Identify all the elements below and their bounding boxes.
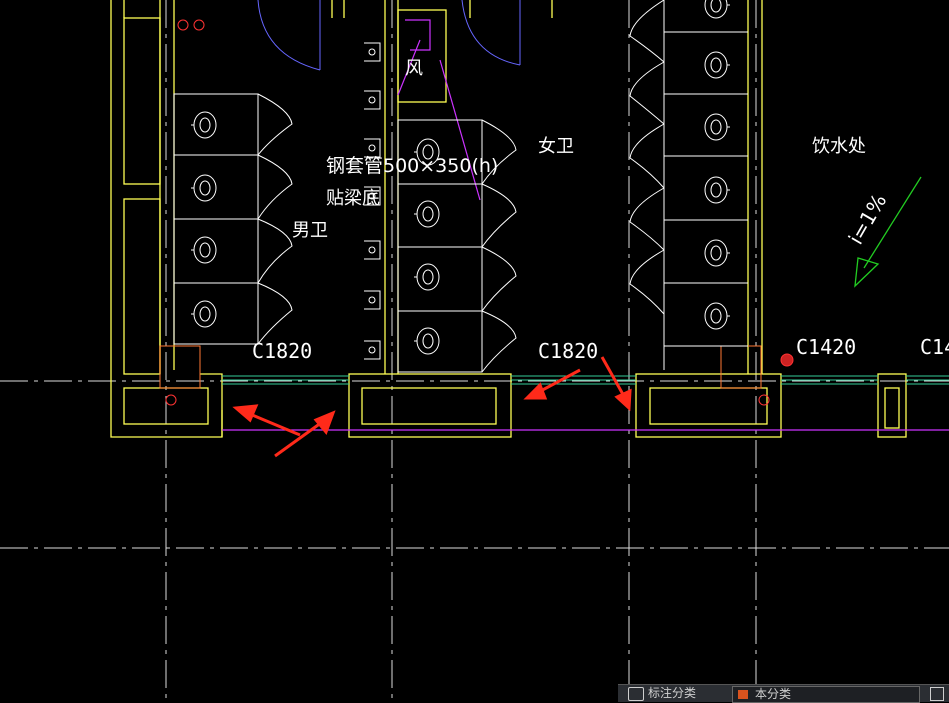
window-label-3: C1420: [796, 335, 856, 359]
men-stalls: [173, 93, 293, 345]
room-label-drinking: 饮水处: [812, 136, 866, 157]
pipe-note-1: 钢套管500×350(h): [326, 155, 498, 177]
right-toilets: [704, 0, 730, 330]
layer-stack-icon[interactable]: [628, 687, 644, 701]
layer-dropdown-value: 本分类: [755, 687, 792, 701]
cad-canvas[interactable]: 男卫 女卫 饮水处 风 钢套管500×350(h) 贴梁底 i=1% C1820…: [0, 0, 949, 701]
pipe-lines: [222, 19, 949, 431]
window-label-1: C1820: [252, 339, 312, 363]
room-label-women: 女卫: [538, 136, 574, 157]
arrow-head-right: [313, 410, 336, 435]
layer-category-label: 标注分类: [648, 686, 697, 700]
pipe-note-2: 贴梁底: [326, 188, 380, 209]
layer-settings-icon[interactable]: [930, 687, 944, 701]
window-label-4: C14: [920, 335, 949, 359]
columns: [159, 345, 762, 389]
right-stalls: [629, 0, 748, 370]
door-arcs: [257, 0, 521, 71]
window-label-2: C1820: [538, 339, 598, 363]
layer-color-swatch: [738, 690, 748, 699]
window-lines: [222, 375, 949, 385]
arrow-head-left: [232, 404, 259, 423]
layer-status-bar: 标注分类 本分类: [618, 684, 949, 703]
layer-category-dropdown[interactable]: 本分类: [732, 686, 920, 703]
vent-label: 风: [405, 58, 423, 79]
slope-label: i=1%: [844, 190, 892, 249]
room-label-men: 男卫: [292, 220, 328, 241]
